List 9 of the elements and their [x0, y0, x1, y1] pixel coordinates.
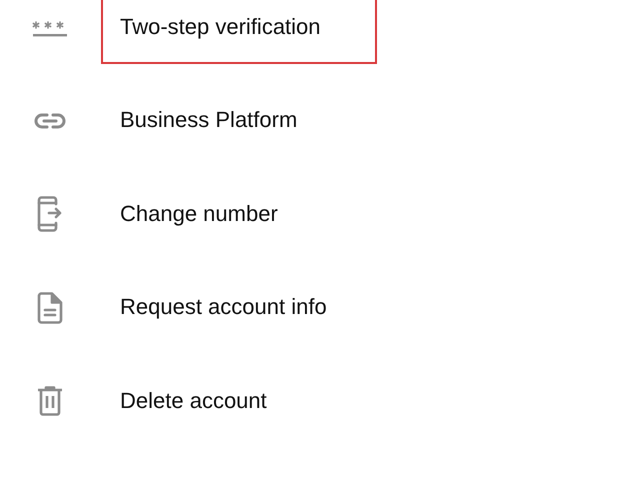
link-icon [32, 110, 66, 130]
settings-item[interactable]: Two-step verification [101, 0, 377, 64]
settings-item[interactable]: Request account info [101, 280, 377, 344]
settings-item[interactable]: Delete account [101, 374, 377, 438]
trash-icon [36, 386, 62, 416]
settings-item[interactable]: Business Platform [101, 94, 377, 158]
settings-item[interactable]: Change number [101, 187, 377, 251]
document-icon [36, 292, 62, 324]
phone-exit-icon [36, 196, 62, 232]
